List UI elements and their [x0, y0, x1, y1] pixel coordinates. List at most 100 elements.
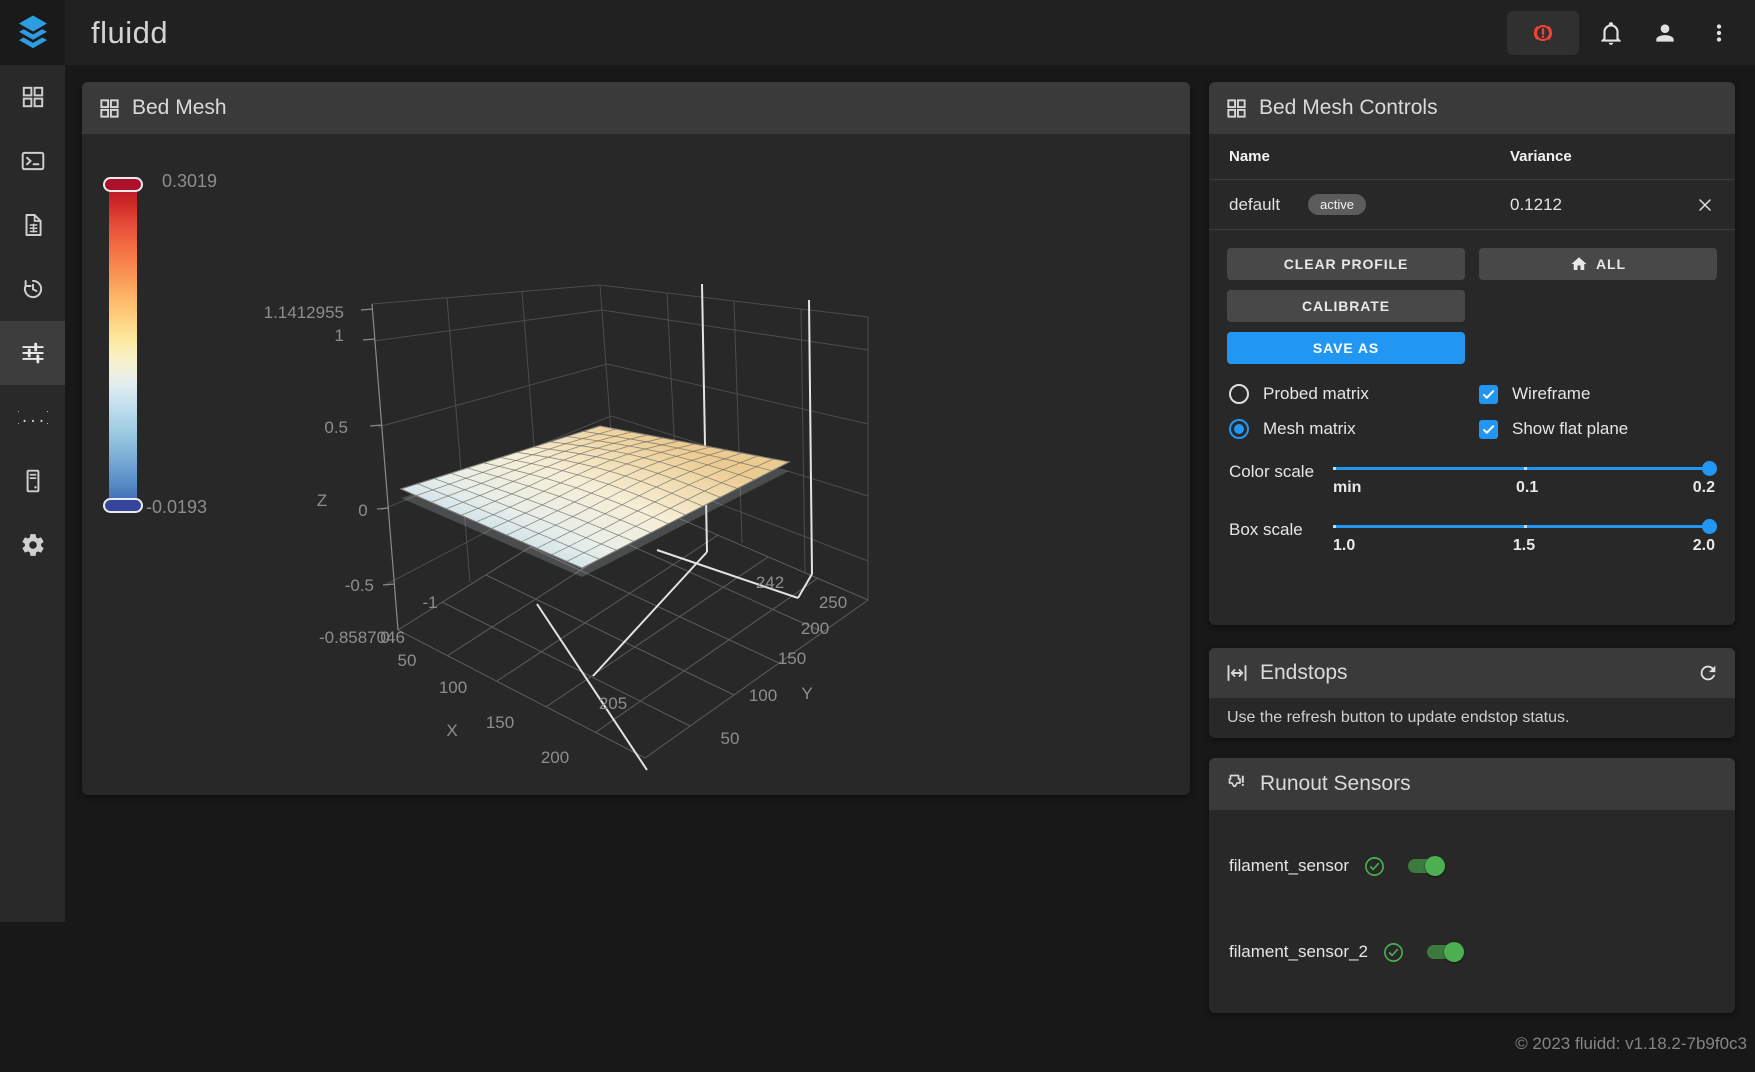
x-bed-max-label: 205: [599, 694, 627, 713]
probed-matrix-radio[interactable]: Probed matrix: [1229, 384, 1479, 404]
z-min-label: -0.8587046: [319, 628, 405, 647]
z-tick: 0: [358, 501, 367, 520]
x-tick: 150: [486, 713, 514, 732]
y-min-tick: -1: [422, 593, 437, 612]
check-circle-icon: [1382, 941, 1405, 964]
column-variance: Variance: [1510, 148, 1572, 165]
z-tick: -0.5: [345, 576, 374, 595]
sensor-toggle-on[interactable]: [1426, 942, 1464, 962]
notifications-button[interactable]: [1589, 11, 1633, 55]
home-all-button[interactable]: ALL: [1479, 248, 1717, 280]
z-tick: 1: [335, 326, 344, 345]
color-scale-label: Color scale: [1229, 462, 1315, 481]
grid-icon: [1227, 98, 1246, 118]
surface-plot-svg: 1.1412955 1 0.5 Z 0 -0.5 -0.8587046 0 -1…: [264, 283, 869, 771]
server-icon: [26, 469, 39, 493]
calibrate-button[interactable]: CALIBRATE: [1227, 290, 1465, 322]
layers-logo-icon: [13, 11, 52, 51]
sidebar-item-dashboard[interactable]: [0, 65, 65, 129]
y-tick: 250: [819, 593, 847, 612]
x-tick: 200: [541, 748, 569, 767]
bed-mesh-panel: Bed Mesh 1.1412955 1 0.5 Z 0 -0.5 -0.858…: [82, 82, 1190, 795]
controls-title: Bed Mesh Controls: [1259, 96, 1438, 119]
app-bar: fluidd: [0, 0, 1755, 65]
show-flat-plane-checkbox[interactable]: Show flat plane: [1479, 419, 1715, 439]
sidebar-item-console[interactable]: [0, 129, 65, 193]
emergency-stop-button[interactable]: [1507, 10, 1579, 55]
sensor-row: filament_sensor_2: [1209, 938, 1735, 966]
sensor-toggle-on[interactable]: [1408, 856, 1446, 876]
color-scale-thumb[interactable]: [1702, 461, 1717, 476]
save-as-button[interactable]: SAVE AS: [1227, 332, 1465, 364]
user-button[interactable]: [1643, 11, 1687, 55]
remove-profile-button[interactable]: [1695, 195, 1715, 215]
box-scale-thumb[interactable]: [1702, 519, 1717, 534]
profile-variance: 0.1212: [1510, 194, 1562, 214]
y-tick: 150: [778, 649, 806, 668]
runout-title: Runout Sensors: [1260, 772, 1411, 795]
sidebar-item-configure[interactable]: {...}: [0, 385, 65, 449]
color-scale-slider[interactable]: [1333, 461, 1717, 476]
clear-profile-button[interactable]: CLEAR PROFILE: [1227, 248, 1465, 280]
endstops-panel: Endstops Use the refresh button to updat…: [1209, 648, 1735, 738]
box-scale-label: Box scale: [1229, 520, 1303, 539]
version-footer: © 2023 fluidd: v1.18.2-7b9f0c3: [1515, 1034, 1747, 1053]
svg-text:{...}: {...}: [18, 410, 48, 426]
grid-icon: [100, 98, 119, 118]
app-menu-button[interactable]: [1697, 11, 1741, 55]
file-document-icon: [25, 214, 42, 236]
wireframe-checkbox[interactable]: Wireframe: [1479, 384, 1715, 404]
x-axis-title: X: [446, 721, 457, 740]
mesh-matrix-radio[interactable]: Mesh matrix: [1229, 419, 1479, 439]
account-icon: [1656, 23, 1674, 42]
y-tick: 200: [801, 619, 829, 638]
tune-icon: [21, 342, 44, 364]
sidebar-item-settings[interactable]: [0, 513, 65, 577]
bed-mesh-3d-plot[interactable]: 1.1412955 1 0.5 Z 0 -0.5 -0.8587046 0 -1…: [82, 134, 1190, 795]
colorbar-max-handle[interactable]: [103, 177, 143, 192]
endstops-icon: [1227, 665, 1247, 681]
bed-mesh-panel-header: Bed Mesh: [82, 82, 1190, 134]
sidebar-item-system[interactable]: [0, 449, 65, 513]
dashboard-icon: [22, 86, 43, 108]
runout-sensors-panel: Runout Sensors filament_sensor filament_…: [1209, 758, 1735, 1013]
emergency-stop-icon: [1533, 24, 1553, 41]
refresh-endstops-button[interactable]: [1697, 662, 1719, 684]
sensor-name: filament_sensor: [1229, 856, 1350, 875]
checkbox-checked-icon: [1479, 419, 1498, 439]
box-scale-tick-min: 1.0: [1333, 537, 1356, 554]
sidebar-item-history[interactable]: [0, 257, 65, 321]
colorbar-min-handle[interactable]: [103, 498, 143, 513]
bell-icon: [1601, 21, 1621, 45]
endstops-panel-header: Endstops: [1209, 648, 1735, 698]
check-circle-icon: [1363, 855, 1386, 878]
z-axis-title: Z: [317, 491, 327, 510]
box-scale-slider[interactable]: [1333, 519, 1717, 534]
runout-panel-header: Runout Sensors: [1209, 758, 1735, 810]
endstops-message: Use the refresh button to update endstop…: [1227, 709, 1570, 726]
checkbox-checked-icon: [1479, 384, 1498, 404]
color-scale-tick-min: min: [1333, 479, 1362, 496]
fluidd-logo[interactable]: [0, 0, 65, 65]
box-scale-tick-max: 2.0: [1692, 537, 1715, 554]
sidebar-item-tune[interactable]: [0, 321, 65, 385]
x-tick: 50: [398, 651, 417, 670]
y-bed-max-label: 242: [756, 573, 784, 592]
y-axis-title: Y: [801, 684, 812, 703]
active-badge: active: [1308, 194, 1367, 215]
bed-mesh-controls-panel: Bed Mesh Controls Name Variance default …: [1209, 82, 1735, 625]
y-tick: 50: [721, 729, 740, 748]
sidebar-item-jobs[interactable]: [0, 193, 65, 257]
colorbar-min-value: -0.0193: [146, 497, 208, 517]
close-icon: [1699, 198, 1711, 211]
z-max-label: 1.1412955: [264, 303, 344, 322]
box-scale-tick-mid: 1.5: [1512, 537, 1536, 554]
radio-off-icon: [1229, 384, 1249, 404]
x-tick: 100: [439, 678, 467, 697]
color-scale-slider-row: Color scale min 0.1 0.2: [1209, 461, 1735, 497]
braces-icon: {...}: [18, 410, 48, 426]
nozzle-alert-icon: [1228, 774, 1244, 788]
column-name: Name: [1229, 148, 1270, 165]
endstops-title: Endstops: [1260, 661, 1348, 684]
profile-row-default[interactable]: default active 0.1212: [1209, 180, 1735, 230]
